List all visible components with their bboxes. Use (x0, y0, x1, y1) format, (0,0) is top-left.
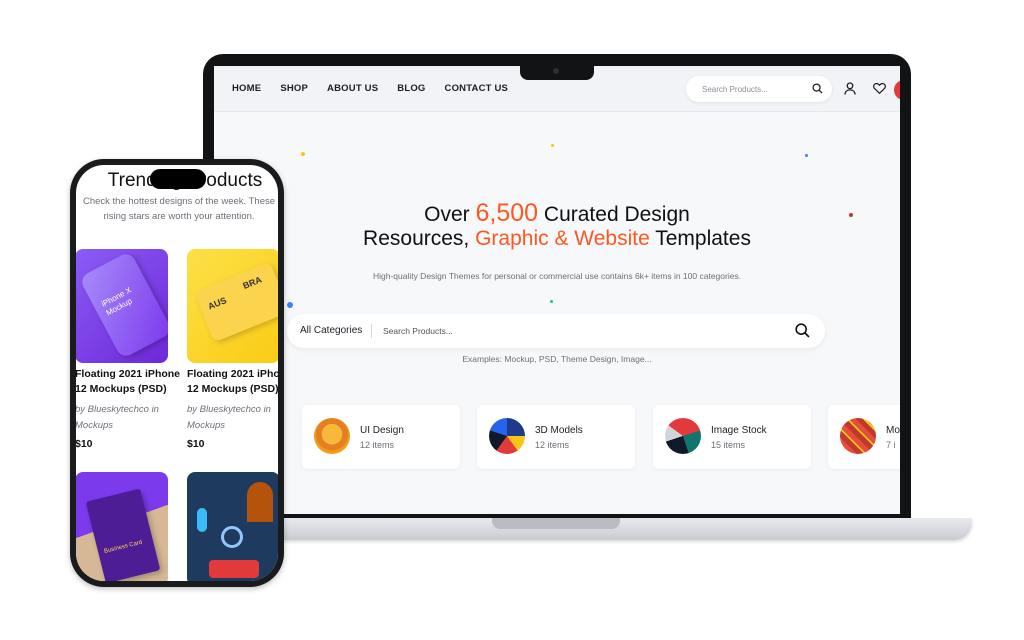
product-title-line: 12 Mockups (PSD) (76, 383, 167, 395)
nav-shop[interactable]: SHOP (280, 83, 308, 94)
nav-home[interactable]: HOME (232, 83, 261, 94)
product-author[interactable]: by Blueskytechco in (187, 404, 271, 415)
product-title[interactable]: Floating 2021 iPhone 12 Mockups (PSD) (76, 367, 180, 397)
category-count: 15 items (711, 440, 746, 450)
product-price: $10 (187, 438, 205, 450)
main-search-input[interactable] (381, 323, 761, 339)
header-search-input[interactable] (700, 82, 800, 96)
category-thumb (489, 418, 525, 454)
shape (197, 508, 207, 532)
category-name: 3D Models (535, 425, 583, 436)
category-name: Mo (886, 425, 900, 436)
dynamic-island (150, 169, 206, 189)
subtitle-line: rising stars are worth your attention. (103, 211, 255, 222)
category-name: UI Design (360, 425, 404, 436)
search-examples: Examples: Mockup, PSD, Theme Design, Ima… (462, 354, 652, 364)
category-thumb (314, 418, 350, 454)
category-card-ui-design[interactable]: UI Design 12 items (302, 405, 460, 469)
main-search-bar: All Categories (287, 314, 825, 348)
phone-mockup-shape: iPhone X Mockup (78, 250, 168, 360)
product-title-line: Floating 2021 iPhone (76, 368, 181, 380)
category-thumb (840, 418, 876, 454)
product-meta: by Blueskytechco in Mockups (76, 402, 159, 434)
phone-section-subtitle: Check the hottest designs of the week. T… (76, 194, 278, 224)
laptop-notch (520, 64, 594, 80)
search-icon[interactable] (795, 323, 810, 338)
ticket-to: BRA (241, 274, 264, 292)
shape (221, 526, 243, 548)
confetti-dot (551, 144, 554, 147)
cart-badge[interactable] (894, 80, 900, 100)
laptop-base-groove (492, 518, 620, 529)
laptop-screen: HOME SHOP ABOUT US BLOG CONTACT US Over … (214, 66, 900, 514)
confetti-dot (287, 302, 293, 308)
ticket-from: AUS (206, 295, 228, 312)
nav-contact-us[interactable]: CONTACT US (445, 83, 509, 94)
user-icon[interactable] (844, 82, 856, 95)
product-image[interactable] (187, 472, 278, 581)
business-card-shape: Business Card (85, 488, 161, 581)
category-card-mockups[interactable]: Mo 7 i (828, 405, 900, 469)
category-card-3d-models[interactable]: 3D Models 12 items (477, 405, 635, 469)
confetti-dot (805, 154, 808, 157)
divider (371, 324, 372, 338)
business-card-label: Business Card (103, 539, 143, 555)
product-category[interactable]: Mockups (187, 420, 225, 431)
main-nav: HOME SHOP ABOUT US BLOG CONTACT US (232, 83, 508, 94)
ticket-card-shape: AUS BRA (193, 261, 278, 343)
shape (247, 482, 273, 522)
search-icon[interactable] (812, 83, 823, 94)
product-title[interactable]: Floating 2021 iPhone 12 Mockups (PSD) (187, 367, 278, 397)
category-thumb (665, 418, 701, 454)
heart-icon[interactable] (873, 83, 886, 94)
product-image[interactable]: AUS BRA (187, 249, 278, 363)
category-card-image-stock[interactable]: Image Stock 15 items (653, 405, 811, 469)
hero-title-text: Over (424, 203, 476, 226)
nav-about-us[interactable]: ABOUT US (327, 83, 378, 94)
product-image[interactable]: iPhone X Mockup (76, 249, 168, 363)
category-select[interactable]: All Categories (300, 325, 362, 336)
product-title-line: Floating 2021 iPhone (187, 368, 278, 380)
product-meta: by Blueskytechco in Mockups (187, 402, 271, 434)
hero-subtitle: High-quality Design Themes for personal … (372, 271, 742, 281)
mockup-label: iPhone X Mockup (99, 285, 134, 318)
category-name: Image Stock (711, 425, 767, 436)
shape (209, 560, 259, 578)
laptop-base (180, 518, 972, 540)
product-price: $10 (76, 438, 93, 450)
hero-title-text: Templates (649, 227, 751, 250)
confetti-dot (301, 152, 305, 156)
camera-icon (553, 68, 559, 74)
phone-screen: Trending Products Check the hottest desi… (76, 165, 278, 581)
category-count: 12 items (535, 440, 570, 450)
product-author[interactable]: by Blueskytechco in (76, 404, 159, 415)
confetti-dot (550, 300, 553, 303)
hero-title-accent: Graphic & Website (475, 227, 650, 250)
header-search-box (686, 76, 832, 102)
category-count: 7 i (886, 440, 896, 450)
hero-title-text: Resources, (363, 227, 476, 250)
nav-blog[interactable]: BLOG (397, 83, 425, 94)
product-title-line: 12 Mockups (PSD) (187, 383, 278, 395)
category-count: 12 items (360, 440, 395, 450)
product-category[interactable]: Mockups (76, 420, 113, 431)
subtitle-line: Check the hottest designs of the week. T… (82, 196, 276, 207)
hero-title: Over 6,500 Curated Design Resources, Gra… (214, 201, 900, 251)
hero-title-text: Curated Design (538, 203, 690, 226)
product-image[interactable]: Business Card (76, 472, 168, 581)
hero-title-accent: 6,500 (475, 199, 539, 227)
